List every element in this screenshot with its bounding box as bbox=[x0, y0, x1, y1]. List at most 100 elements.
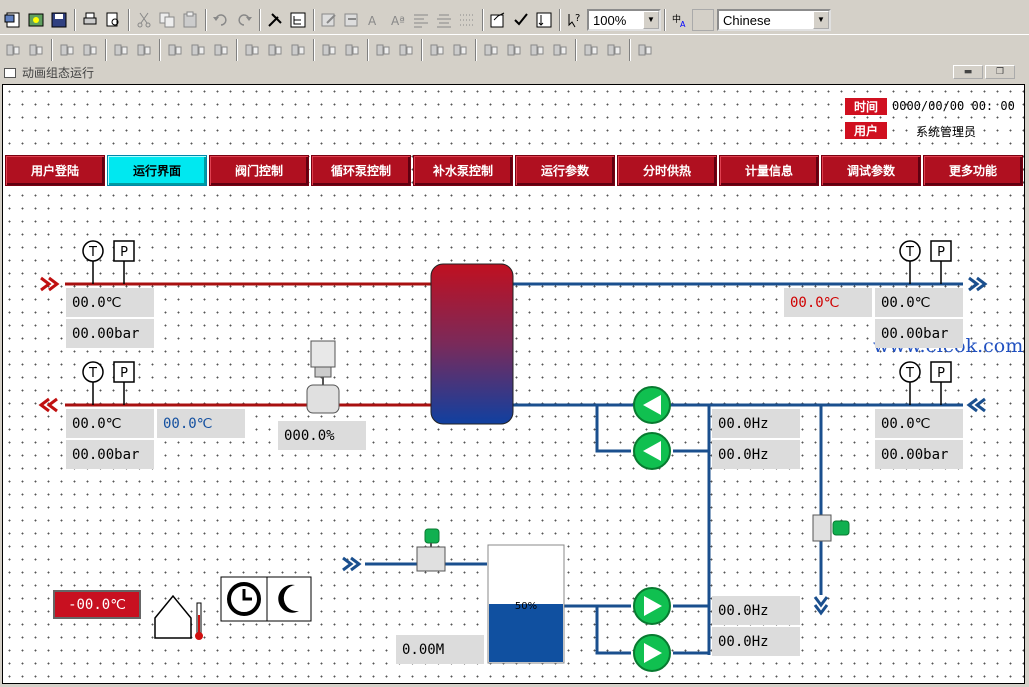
redo-icon[interactable] bbox=[233, 9, 255, 31]
makeup-pump-2-freq: 00.0Hz bbox=[712, 627, 800, 656]
svg-text:A: A bbox=[368, 14, 377, 28]
circ-pump-2-freq: 00.0Hz bbox=[712, 440, 800, 469]
makeup-pump-1-icon[interactable] bbox=[633, 587, 671, 625]
zoom-value: 100% bbox=[593, 12, 627, 28]
same-height-icon[interactable] bbox=[264, 39, 286, 61]
align-left-icon[interactable] bbox=[410, 9, 432, 31]
chevron-down-icon[interactable]: ▼ bbox=[643, 10, 659, 29]
cut-icon[interactable] bbox=[133, 9, 155, 31]
toolbar-separator bbox=[159, 38, 161, 61]
primary-return-temp: 00.0℃ bbox=[66, 409, 154, 438]
paint-icon[interactable] bbox=[603, 39, 625, 61]
toolbar-separator bbox=[629, 38, 631, 61]
svg-text:Aª: Aª bbox=[391, 14, 405, 28]
lock-icon[interactable] bbox=[580, 39, 602, 61]
check-icon[interactable] bbox=[510, 9, 532, 31]
center-h-icon[interactable] bbox=[164, 39, 186, 61]
toolbar-separator bbox=[664, 8, 666, 31]
edit2-icon[interactable] bbox=[341, 9, 363, 31]
primary-return-temp-2: 00.0℃ bbox=[157, 409, 245, 438]
same-width-icon[interactable] bbox=[210, 39, 232, 61]
toolbar-separator bbox=[205, 8, 207, 31]
temperature-sensor-icon: T bbox=[82, 240, 104, 284]
circulation-pump-1-icon[interactable] bbox=[633, 386, 671, 424]
ungroup-icon[interactable] bbox=[449, 39, 471, 61]
edit-icon[interactable] bbox=[318, 9, 340, 31]
chevron-down-icon[interactable]: ▼ bbox=[813, 10, 829, 29]
print-preview-icon[interactable] bbox=[102, 9, 124, 31]
toolbar-separator bbox=[367, 38, 369, 61]
backward-icon[interactable] bbox=[549, 39, 571, 61]
paste-icon[interactable] bbox=[179, 9, 201, 31]
align-left-icon[interactable] bbox=[2, 39, 24, 61]
clock-icon[interactable] bbox=[227, 582, 261, 616]
align-top-icon[interactable] bbox=[56, 39, 78, 61]
window-icon bbox=[4, 67, 16, 78]
language-value: Chinese bbox=[723, 12, 771, 28]
grid-icon[interactable] bbox=[456, 9, 478, 31]
undo-icon[interactable] bbox=[210, 9, 232, 31]
flip-h-icon[interactable] bbox=[372, 39, 394, 61]
send-back-icon[interactable] bbox=[503, 39, 525, 61]
toolbar-separator bbox=[313, 38, 315, 61]
align-center-icon[interactable] bbox=[433, 9, 455, 31]
layout-toolbar bbox=[0, 35, 1029, 65]
main-toolbar: A Aª ? 100% ▼ 中A Chinese ▼ bbox=[0, 5, 1029, 35]
zoom-select[interactable]: 100% ▼ bbox=[587, 8, 661, 31]
temperature-sensor-letter: T bbox=[88, 245, 97, 260]
toolbar-separator bbox=[421, 38, 423, 61]
same-box-icon[interactable] bbox=[287, 39, 309, 61]
tools-icon[interactable] bbox=[264, 9, 286, 31]
properties-icon[interactable] bbox=[487, 9, 509, 31]
minimize-button[interactable]: ▬ bbox=[953, 65, 983, 79]
sort-icon[interactable] bbox=[533, 9, 555, 31]
tree-icon[interactable] bbox=[287, 9, 309, 31]
heat-exchanger bbox=[430, 263, 514, 425]
space-v-icon[interactable] bbox=[133, 39, 155, 61]
secondary-return-temp: 00.0℃ bbox=[875, 409, 963, 438]
rotate-left-icon[interactable] bbox=[318, 39, 340, 61]
makeup-valve-icon[interactable] bbox=[416, 528, 446, 572]
new-icon[interactable] bbox=[2, 9, 24, 31]
database-icon[interactable] bbox=[25, 9, 47, 31]
control-valve-icon[interactable] bbox=[306, 340, 340, 414]
toolbar-separator bbox=[482, 8, 484, 31]
group-icon[interactable] bbox=[426, 39, 448, 61]
font-size-icon[interactable]: A bbox=[364, 9, 386, 31]
rotate-right-icon[interactable] bbox=[341, 39, 363, 61]
center-v-icon[interactable] bbox=[187, 39, 209, 61]
space-h-icon[interactable] bbox=[110, 39, 132, 61]
copy-icon[interactable] bbox=[156, 9, 178, 31]
font-icon[interactable]: Aª bbox=[387, 9, 409, 31]
print-icon[interactable] bbox=[79, 9, 101, 31]
circulation-pump-2-icon[interactable] bbox=[633, 432, 671, 470]
valve-opening: 000.0% bbox=[278, 421, 366, 450]
secondary-return-pressure: 00.00bar bbox=[875, 440, 963, 469]
help-icon[interactable]: ? bbox=[564, 9, 586, 31]
maximize-button[interactable]: ❐ bbox=[985, 65, 1015, 79]
process-diagram: 50% TPTPTPTP www.eleok.com bbox=[38, 240, 1023, 672]
svg-text:A: A bbox=[680, 20, 686, 29]
toolbar-separator bbox=[313, 8, 315, 31]
primary-supply-temp: 00.0℃ bbox=[66, 288, 154, 317]
temperature-sensor-icon: T bbox=[899, 361, 921, 405]
grid-dots-icon[interactable] bbox=[634, 39, 656, 61]
language-icon[interactable]: 中A bbox=[669, 9, 691, 31]
makeup-pump-2-icon[interactable] bbox=[633, 634, 671, 672]
forward-icon[interactable] bbox=[526, 39, 548, 61]
blank-button[interactable] bbox=[692, 8, 714, 31]
circ-pump-1-freq: 00.0Hz bbox=[712, 409, 800, 438]
bring-front-icon[interactable] bbox=[480, 39, 502, 61]
expansion-tank: 50% bbox=[487, 544, 565, 664]
temperature-sensor-letter: T bbox=[905, 245, 914, 260]
tank-height: 0.00M bbox=[396, 635, 484, 664]
pressure-sensor-letter: P bbox=[120, 366, 128, 381]
align-right-icon[interactable] bbox=[25, 39, 47, 61]
align-bottom-icon[interactable] bbox=[79, 39, 101, 61]
outdoor-house-icon bbox=[154, 594, 192, 639]
same-size-icon[interactable] bbox=[241, 39, 263, 61]
drain-valve-icon[interactable] bbox=[812, 514, 850, 542]
flip-v-icon[interactable] bbox=[395, 39, 417, 61]
language-select[interactable]: Chinese ▼ bbox=[717, 8, 831, 31]
save-icon[interactable] bbox=[48, 9, 70, 31]
